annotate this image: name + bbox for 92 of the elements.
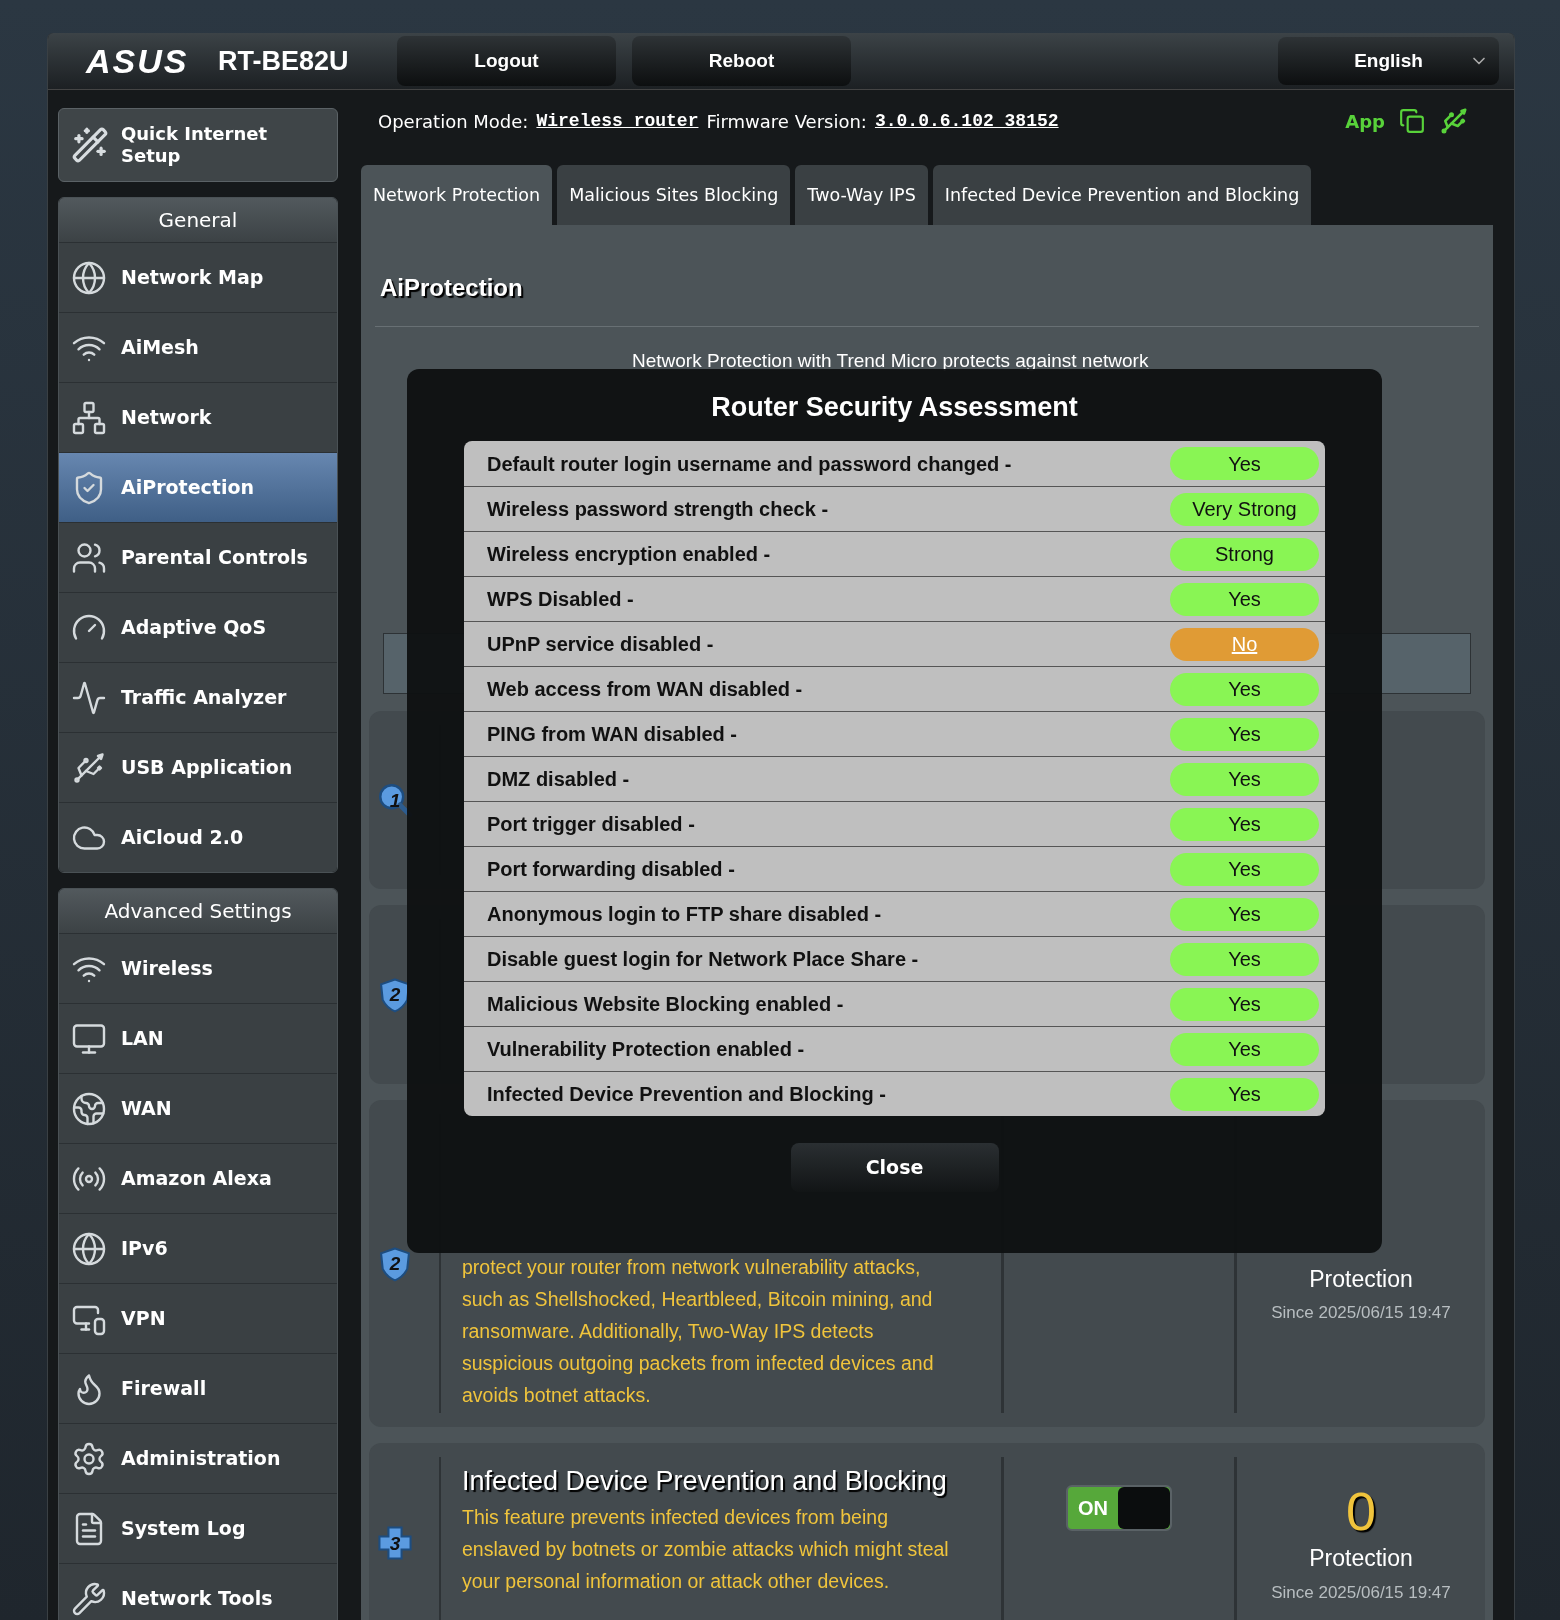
feature-title: Infected Device Prevention and Blocking [462, 1465, 948, 1498]
check-result: Yes [1170, 807, 1319, 841]
step-number: 1 [389, 790, 401, 810]
sidebar-item[interactable]: Adaptive QoS [59, 592, 337, 662]
pulse-icon [71, 679, 107, 716]
language-dropdown[interactable]: English [1278, 37, 1499, 85]
step-number: 2 [389, 1254, 401, 1273]
sidebar-item[interactable]: System Log [59, 1493, 337, 1563]
sidebar-item[interactable]: AiProtection [59, 452, 337, 522]
globe-icon [71, 1090, 107, 1127]
sidebar-item[interactable]: Wireless [59, 933, 337, 1003]
check-label: Wireless encryption enabled - [487, 542, 772, 567]
check-result: Yes [1170, 582, 1319, 616]
tab[interactable]: Malicious Sites Blocking [557, 165, 791, 225]
intro-text: Network Protection with Trend Micro protects against network [632, 349, 1150, 373]
check-label: WPS Disabled - [487, 587, 635, 612]
stat-label: Protection [1309, 1544, 1413, 1573]
sidebar-item[interactable]: USB Application [59, 732, 337, 802]
check-result: Yes [1170, 762, 1319, 796]
check-label: Web access from WAN disabled - [487, 677, 804, 702]
check-result: Yes [1170, 852, 1319, 886]
check-result: Yes [1170, 987, 1319, 1021]
feature-description: protect your router from network vulnerability attacks, such as Shellshocked, Heartbleed, Bitcoin mining, and ransomware. Additionally, Two-Way IPS detects suspicious outgoing packets from infected devices and avoids botnet attacks. [462, 1255, 935, 1408]
sidebar-item[interactable]: AiCloud 2.0 [59, 802, 337, 872]
close-button[interactable]: Close [790, 1143, 999, 1192]
sidebar-item[interactable]: IPv6 [59, 1213, 337, 1283]
shield-icon [377, 1245, 413, 1282]
cross-icon [377, 1525, 413, 1561]
wand-icon [71, 126, 109, 164]
check-label: Default router login username and password changed - [487, 451, 1013, 477]
check-result: Yes [1170, 897, 1319, 931]
check-result: Very Strong [1170, 492, 1319, 526]
sidebar-item[interactable]: WAN [59, 1073, 337, 1143]
firmware-label: Firmware Version: [706, 109, 867, 134]
header-button[interactable]: Logout [397, 36, 616, 86]
sidebar-item[interactable]: Parental Controls [59, 522, 337, 592]
check-label: UPnP service disabled - [487, 632, 715, 657]
check-label: Vulnerability Protection enabled - [487, 1037, 806, 1062]
feature-description: This feature prevents infected devices from being enslaved by botnets or zombie attacks which might steal your personal information or attack other devices. [462, 1505, 950, 1594]
check-result: Yes [1170, 942, 1319, 976]
sidebar-item[interactable]: Network Tools [59, 1563, 337, 1620]
page-title: AiProtection [379, 273, 524, 303]
tab[interactable]: Two-Way IPS [795, 165, 928, 225]
sidebar-item[interactable]: Network [59, 382, 337, 452]
step-number: 3 [389, 1533, 401, 1553]
sidebar-item[interactable]: Amazon Alexa [59, 1143, 337, 1213]
network-icon [71, 399, 107, 436]
check-label: Infected Device Prevention and Blocking - [487, 1082, 887, 1107]
check-label: Malicious Website Blocking enabled - [487, 992, 845, 1017]
tab[interactable]: Infected Device Prevention and Blocking [932, 165, 1312, 225]
check-result: Yes [1170, 1032, 1319, 1066]
since-date: Since 2025/06/15 19:47 [1271, 1302, 1451, 1324]
sidebar-item[interactable]: Firewall [59, 1353, 337, 1423]
sidebar-item[interactable]: VPN [59, 1283, 337, 1353]
check-result: Yes [1170, 672, 1319, 706]
settings-icon [71, 1440, 107, 1477]
check-label: Port trigger disabled - [487, 812, 696, 837]
sidebar-item[interactable]: Administration [59, 1423, 337, 1493]
mode-link[interactable]: Wireless_router [536, 107, 699, 135]
check-result: Yes [1170, 1077, 1319, 1111]
usb-icon[interactable] [1439, 106, 1469, 136]
header-button[interactable]: Reboot [632, 36, 851, 86]
sidebar-item[interactable]: Traffic Analyzer [59, 662, 337, 732]
check-result: Strong [1170, 537, 1319, 571]
check-result: Yes [1170, 447, 1319, 480]
check-label: Anonymous login to FTP share disabled - [487, 902, 883, 927]
check-label: Disable guest login for Network Place Share - [487, 947, 920, 972]
router-model: RT-BE82U [218, 44, 350, 78]
dialog-title: Router Security Assessment [711, 391, 1078, 424]
check-label: PING from WAN disabled - [487, 722, 739, 747]
section-header: Advanced Settings [59, 889, 337, 933]
check-result: Yes [1170, 717, 1319, 751]
since-date: Since 2025/06/15 19:47 [1271, 1581, 1451, 1604]
brand-logo: ASUS [86, 40, 190, 82]
firmware-link[interactable]: 3.0.0.6.102_38152 [874, 107, 1059, 135]
globe-icon [71, 1230, 107, 1267]
sidebar-item[interactable]: AiMesh [59, 312, 337, 382]
quick-setup-button[interactable]: Quick Internet Setup [58, 108, 338, 182]
app-link[interactable]: App [1345, 107, 1385, 135]
check-label: DMZ disabled - [487, 767, 631, 792]
protection-count: 0 [1345, 1481, 1376, 1541]
mode-label: Operation Mode: [378, 109, 529, 134]
check-label: Wireless password strength check - [487, 497, 830, 522]
section-header: General [59, 198, 337, 242]
sidebar-item[interactable]: Network Map [59, 242, 337, 312]
check-label: Port forwarding disabled - [487, 857, 736, 882]
step-number: 2 [389, 985, 401, 1004]
tab[interactable]: Network Protection [361, 165, 553, 225]
sidebar-item[interactable]: LAN [59, 1003, 337, 1073]
wrench-icon [71, 1580, 107, 1617]
globe-icon [71, 259, 107, 296]
stat-label: Protection [1309, 1264, 1413, 1294]
